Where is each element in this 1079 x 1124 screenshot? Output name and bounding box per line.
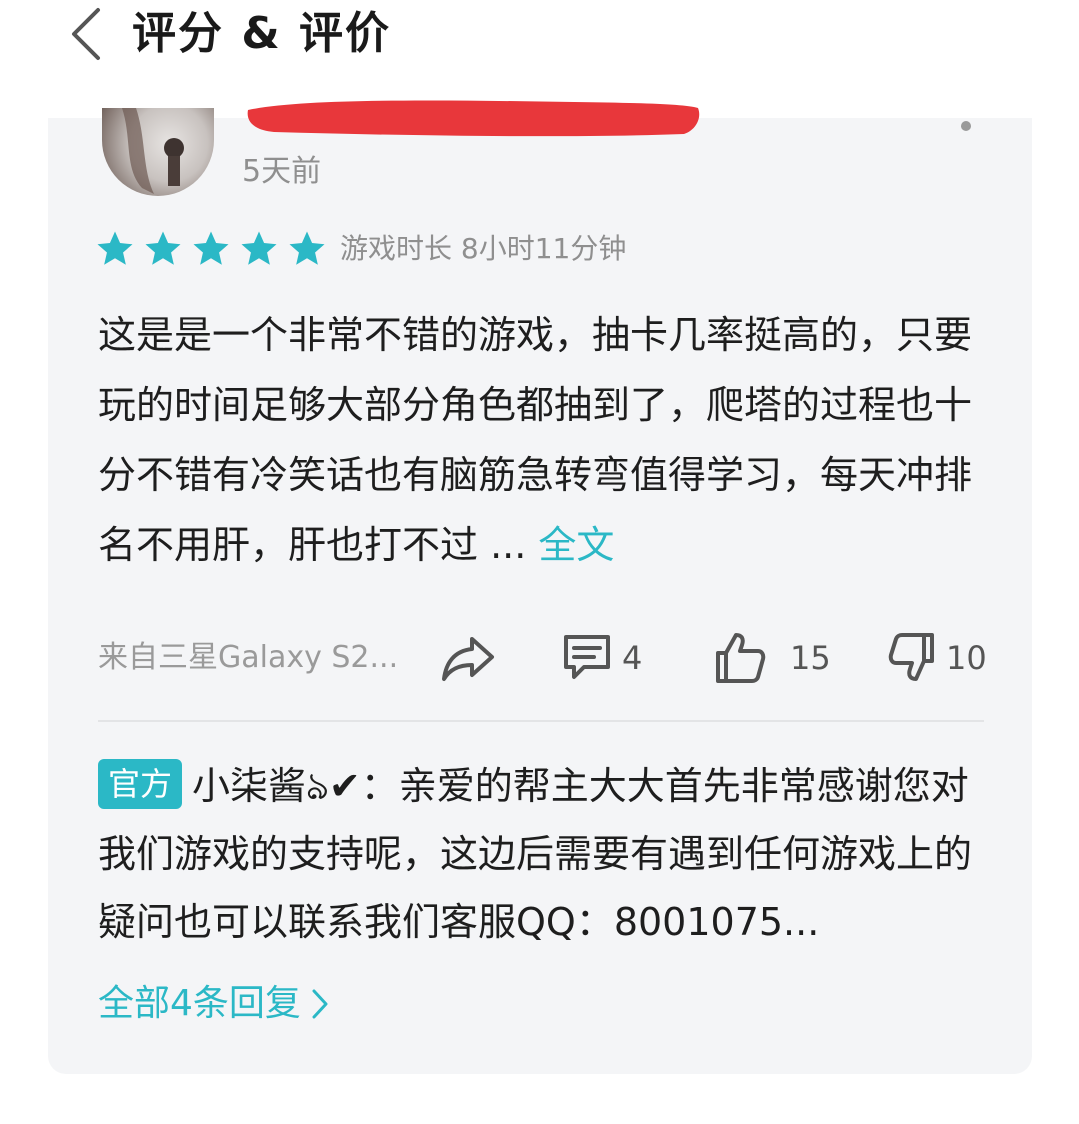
chevron-right-icon xyxy=(312,989,328,1019)
star-icon xyxy=(289,231,325,265)
star-icon xyxy=(241,231,277,265)
official-reply[interactable]: 官方 小柒酱ঌ✔：亲爱的帮主大大首先非常感谢您对我们游戏的支持呢，这边后需要有遇到… xyxy=(98,752,978,956)
expand-full-text-link[interactable]: 全文 xyxy=(538,523,614,567)
comment-button[interactable]: 4 xyxy=(560,628,642,688)
device-label: 来自三星Galaxy S2... xyxy=(98,640,399,675)
review-time: 5天前 xyxy=(242,154,322,189)
reply-author: 小柒酱ঌ✔ xyxy=(192,764,361,808)
official-badge: 官方 xyxy=(98,759,183,809)
all-replies-label: 全部4条回复 xyxy=(98,983,301,1024)
share-icon xyxy=(442,637,494,681)
playtime: 游戏时长 8小时11分钟 xyxy=(340,232,627,265)
comment-count: 4 xyxy=(622,639,643,677)
page-title: 评分 & 评价 xyxy=(132,8,392,59)
all-replies-link[interactable]: 全部4条回复 xyxy=(98,976,329,1032)
star-icon xyxy=(145,231,181,265)
review-body: 这是是一个非常不错的游戏，抽卡几率挺高的，只要玩的时间足够大部分角色都抽到了，爬… xyxy=(98,313,973,567)
more-icon[interactable] xyxy=(958,118,974,134)
dislike-button[interactable]: 10 xyxy=(888,628,987,688)
thumbs-up-icon xyxy=(716,633,766,683)
like-count: 15 xyxy=(790,639,831,677)
like-button[interactable]: 15 xyxy=(712,628,831,688)
review-actions: 来自三星Galaxy S2... 4 15 10 xyxy=(98,628,988,688)
header: 评分 & 评价 xyxy=(0,0,1079,80)
redacted-username xyxy=(244,96,704,140)
comment-icon xyxy=(564,635,610,679)
back-icon[interactable] xyxy=(60,4,120,64)
thumbs-down-icon xyxy=(888,633,934,681)
share-button[interactable] xyxy=(440,628,496,688)
dislike-count: 10 xyxy=(946,639,987,677)
rating-stars xyxy=(94,228,328,270)
star-icon xyxy=(193,231,229,265)
divider xyxy=(98,720,984,722)
star-icon xyxy=(97,231,133,265)
review-text: 这是是一个非常不错的游戏，抽卡几率挺高的，只要玩的时间足够大部分角色都抽到了，爬… xyxy=(98,300,978,580)
